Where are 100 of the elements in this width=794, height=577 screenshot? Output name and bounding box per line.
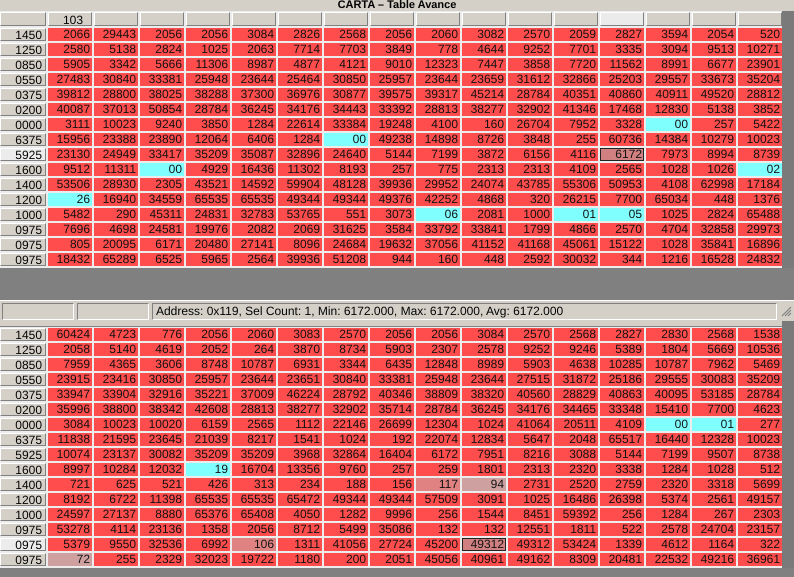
- table-cell[interactable]: 40351: [554, 88, 598, 101]
- table-cell[interactable]: 38025: [140, 88, 184, 101]
- table-cell[interactable]: 28784: [738, 388, 782, 401]
- table-cell[interactable]: 3083: [278, 328, 322, 341]
- table-cell[interactable]: 38800: [94, 403, 138, 416]
- row-header[interactable]: 5925: [0, 148, 46, 161]
- table-cell[interactable]: 33417: [140, 148, 184, 161]
- table-cell[interactable]: 23644: [232, 373, 276, 386]
- table-cell[interactable]: 1026: [692, 163, 736, 176]
- table-cell[interactable]: 1376: [738, 193, 782, 206]
- table-cell[interactable]: 45214: [462, 88, 506, 101]
- table-cell[interactable]: 1025: [508, 493, 552, 506]
- table-cell[interactable]: 2056: [186, 328, 230, 341]
- table-cell[interactable]: 1284: [646, 508, 690, 521]
- row-header[interactable]: 6375: [0, 133, 46, 146]
- table-cell[interactable]: 9760: [324, 463, 368, 476]
- table-cell[interactable]: 25948: [186, 73, 230, 86]
- row-header[interactable]: 0975: [0, 238, 46, 251]
- table-cell[interactable]: 8096: [278, 238, 322, 251]
- table-cell[interactable]: 10787: [646, 358, 690, 371]
- table-cell[interactable]: 3594: [646, 28, 690, 41]
- table-cell[interactable]: 448: [462, 253, 506, 266]
- table-cell[interactable]: 30032: [554, 253, 598, 266]
- row-header[interactable]: 0850: [0, 358, 46, 371]
- table-cell[interactable]: 65488: [738, 208, 782, 221]
- table-cell[interactable]: 49238: [370, 133, 414, 146]
- table-cell[interactable]: 4116: [554, 148, 598, 161]
- table-cell[interactable]: 31625: [324, 223, 368, 236]
- table-cell[interactable]: 25948: [416, 373, 460, 386]
- table-cell[interactable]: 4866: [554, 223, 598, 236]
- table-cell[interactable]: 775: [416, 163, 460, 176]
- table-cell[interactable]: 256: [416, 508, 460, 521]
- table-cell[interactable]: 1164: [692, 538, 736, 551]
- table-cell[interactable]: 2060: [232, 328, 276, 341]
- table-cell[interactable]: 778: [416, 43, 460, 56]
- table-cell[interactable]: 2313: [462, 163, 506, 176]
- table-cell[interactable]: 3606: [140, 358, 184, 371]
- table-cell[interactable]: 8217: [232, 433, 276, 446]
- table-cell[interactable]: 01: [554, 208, 598, 221]
- table-cell[interactable]: 2568: [324, 28, 368, 41]
- table-cell[interactable]: 5422: [738, 118, 782, 131]
- table-cell[interactable]: 26215: [554, 193, 598, 206]
- table-cell[interactable]: 255: [94, 553, 138, 566]
- table-cell[interactable]: 65535: [186, 493, 230, 506]
- table-cell[interactable]: 23388: [94, 133, 138, 146]
- table-cell[interactable]: 25957: [370, 73, 414, 86]
- table-cell[interactable]: 30083: [692, 373, 736, 386]
- table-cell[interactable]: 37009: [232, 388, 276, 401]
- table-cell[interactable]: 10279: [692, 133, 736, 146]
- table-cell[interactable]: 45056: [416, 553, 460, 566]
- table-cell[interactable]: 2565: [600, 163, 644, 176]
- table-cell[interactable]: 6172: [416, 448, 460, 461]
- table-cell[interactable]: 4612: [646, 538, 690, 551]
- column-header[interactable]: [324, 12, 368, 26]
- table-cell[interactable]: 520: [738, 28, 782, 41]
- table-cell[interactable]: 37056: [416, 238, 460, 251]
- table-cell[interactable]: 1112: [278, 418, 322, 431]
- table-cell[interactable]: 49344: [324, 193, 368, 206]
- column-header[interactable]: 103: [48, 12, 92, 26]
- table-cell[interactable]: 4929: [186, 163, 230, 176]
- column-header[interactable]: [508, 12, 552, 26]
- table-cell[interactable]: 3584: [370, 223, 414, 236]
- table-cell[interactable]: 49344: [324, 493, 368, 506]
- table-cell[interactable]: 8734: [324, 343, 368, 356]
- table-cell[interactable]: 57509: [416, 493, 460, 506]
- table-cell[interactable]: 521: [140, 478, 184, 491]
- table-cell[interactable]: 10023: [94, 418, 138, 431]
- table-cell[interactable]: 8989: [462, 358, 506, 371]
- table-cell[interactable]: 2578: [462, 343, 506, 356]
- table-cell[interactable]: 426: [186, 478, 230, 491]
- table-cell[interactable]: 33384: [324, 118, 368, 131]
- table-cell[interactable]: 3870: [278, 343, 322, 356]
- row-header[interactable]: 0975: [0, 253, 46, 266]
- table-cell[interactable]: 257: [370, 463, 414, 476]
- table-cell[interactable]: 6171: [140, 238, 184, 251]
- table-cell[interactable]: 1024: [462, 418, 506, 431]
- table-cell[interactable]: 4644: [462, 43, 506, 56]
- table-cell[interactable]: 23915: [48, 373, 92, 386]
- column-header[interactable]: [646, 12, 690, 26]
- table-cell[interactable]: 6159: [186, 418, 230, 431]
- table-cell[interactable]: 16528: [692, 253, 736, 266]
- table-cell[interactable]: 2827: [600, 328, 644, 341]
- table-cell[interactable]: 23644: [462, 373, 506, 386]
- table-cell[interactable]: 60424: [48, 328, 92, 341]
- table-cell[interactable]: 62998: [692, 178, 736, 191]
- table-cell[interactable]: 1028: [692, 463, 736, 476]
- table-cell[interactable]: 7720: [554, 58, 598, 71]
- table-cell[interactable]: 10074: [48, 448, 92, 461]
- table-cell[interactable]: 11306: [186, 58, 230, 71]
- table-cell[interactable]: 32023: [186, 553, 230, 566]
- table-cell[interactable]: 2824: [140, 43, 184, 56]
- row-header[interactable]: 0850: [0, 58, 46, 71]
- table-cell[interactable]: 40087: [48, 103, 92, 116]
- table-cell[interactable]: 5903: [370, 343, 414, 356]
- table-cell[interactable]: 22146: [324, 418, 368, 431]
- column-header[interactable]: [94, 12, 138, 26]
- table-cell[interactable]: 512: [738, 463, 782, 476]
- table-cell[interactable]: 2570: [508, 28, 552, 41]
- row-header[interactable]: 0200: [0, 103, 46, 116]
- table-cell[interactable]: 2731: [508, 478, 552, 491]
